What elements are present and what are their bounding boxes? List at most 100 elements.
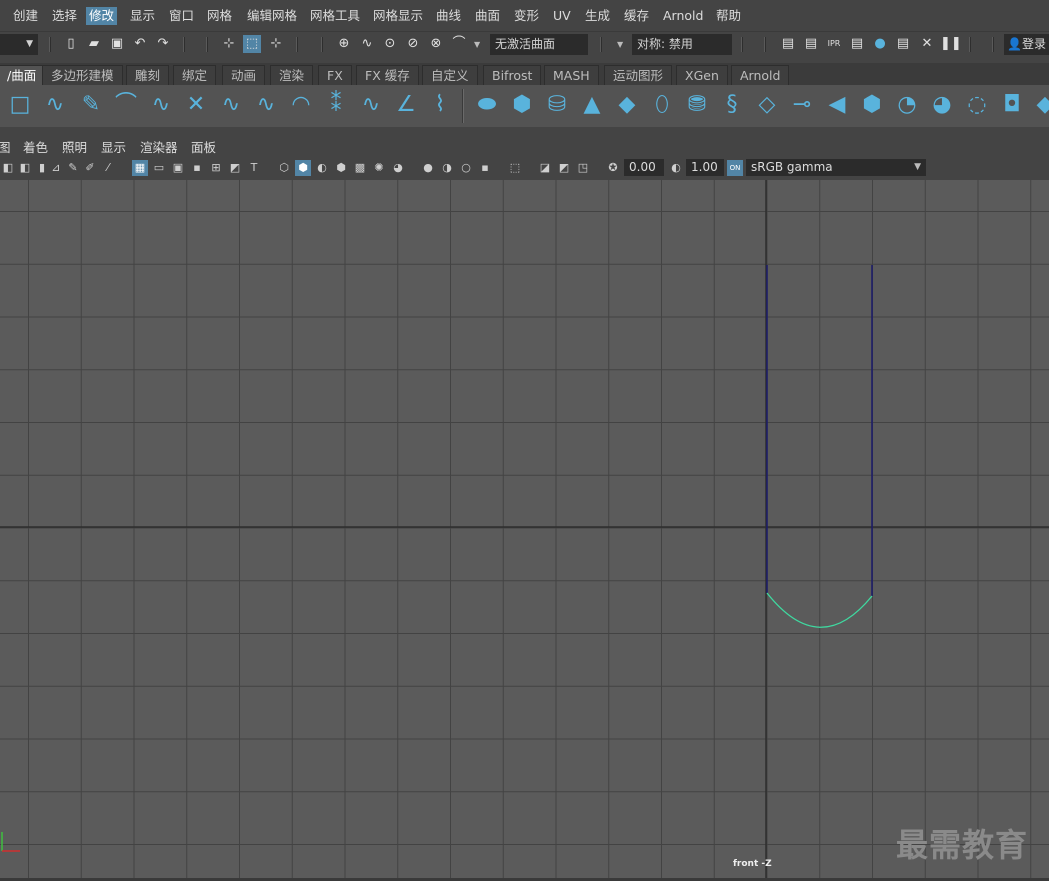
cv-curve-icon[interactable]: ∿ [40,90,70,120]
film-gate-icon[interactable]: ▭ [151,160,167,176]
panel-menu-view[interactable]: 图 [0,139,11,156]
menu-mesh-tools[interactable]: 网格工具 [307,7,363,25]
camera-attributes-icon[interactable]: ◧ [0,160,16,176]
exposure-icon[interactable]: ✪ [605,160,621,176]
wireframe-icon[interactable]: ⬡ [276,160,292,176]
project-curve-icon[interactable]: ◌ [962,90,992,120]
shelf-tab-animation[interactable]: 动画 [222,65,266,85]
color-management-icon[interactable]: ON [727,160,743,176]
bevel-icon[interactable]: ⬢ [857,90,887,120]
shelf-tab-curves-surfaces[interactable]: /曲面 [0,65,46,85]
render-current-icon[interactable]: ▤ [802,35,820,53]
menu-select[interactable]: 选择 [49,7,80,25]
pencil-curve-icon[interactable]: ✎ [76,90,106,120]
fillet-curve-icon[interactable]: ∠ [391,90,421,120]
shelf-tab-mash[interactable]: MASH [544,65,599,85]
arc-curve-icon[interactable]: ⌒ [111,90,141,120]
select-component-icon[interactable]: ⊹ [267,35,285,53]
shelf-tab-fx[interactable]: FX [318,65,352,85]
nurbs-cone-icon[interactable]: ▲ [577,90,607,120]
shelf-tab-xgen[interactable]: XGen [676,65,728,85]
menu-cache[interactable]: 缓存 [621,7,652,25]
grease-pencil-icon[interactable]: ✎ [65,160,81,176]
undo-icon[interactable]: ↶ [131,35,149,53]
motion-blur-icon[interactable]: ◑ [439,160,455,176]
revolve-icon[interactable]: ⛃ [682,90,712,120]
intersect-curve-icon[interactable]: ✕ [181,90,211,120]
snap-grid-icon[interactable]: ⊕ [335,35,353,53]
login-button[interactable]: 👤登录 [1004,34,1049,55]
nurbs-plane-icon[interactable]: ◆ [612,90,642,120]
hypershade-icon[interactable]: ● [871,35,889,53]
exposure-field[interactable]: 0.00 [624,159,664,176]
save-scene-icon[interactable]: ▣ [108,35,126,53]
isolate-select-icon[interactable]: ⬚ [507,160,523,176]
render-view-icon[interactable]: ▤ [779,35,797,53]
menu-create[interactable]: 创建 [10,7,41,25]
menu-modify[interactable]: 修改 [86,7,118,25]
shelf-tab-motion-graphics[interactable]: 运动图形 [604,65,673,85]
snap-curve-icon[interactable]: ∿ [358,35,376,53]
detach-curve-icon[interactable]: ∿ [356,90,386,120]
snap-point-icon[interactable]: ⊙ [381,35,399,53]
xray-components-icon[interactable]: ◳ [575,160,591,176]
ep-curve-icon[interactable]: ∿ [146,90,176,120]
safe-title-icon[interactable]: T [246,160,262,176]
shelf-tab-rigging[interactable]: 绑定 [173,65,217,85]
safe-action-icon[interactable]: ◩ [227,160,243,176]
menu-uv[interactable]: UV [550,7,574,25]
new-scene-icon[interactable]: ▯ [62,35,80,53]
light-editor-icon[interactable]: ✕ [918,35,936,53]
field-chart-icon[interactable]: ⊞ [208,160,224,176]
symmetry-field[interactable]: 对称: 禁用 [632,34,732,55]
shadows-icon[interactable]: ◕ [390,160,406,176]
menu-curves[interactable]: 曲线 [433,7,464,25]
render-setup-icon[interactable]: ▤ [894,35,912,53]
screen-space-ao-icon[interactable]: ● [420,160,436,176]
panel-menu-lighting[interactable]: 照明 [62,139,87,156]
shelf-tab-poly-modeling[interactable]: 多边形建模 [42,65,123,85]
menu-help[interactable]: 帮助 [713,7,744,25]
depth-of-field-icon[interactable]: ▪ [477,160,493,176]
cut-curve-icon[interactable]: ⌇ [425,90,455,120]
live-surface-field[interactable]: 无激活曲面 [490,34,588,55]
mode-dropdown[interactable]: ▼ [0,34,38,55]
shelf-tab-fx-caching[interactable]: FX 缓存 [356,65,419,85]
attach-curve-icon[interactable]: ⁑ [321,90,351,120]
square-curve-icon[interactable]: □ [5,90,35,120]
gate-mask-icon[interactable]: ▪ [189,160,205,176]
panel-menu-show[interactable]: 显示 [101,139,126,156]
nurbs-torus-icon[interactable]: ⬯ [647,90,677,120]
two-d-pan-icon[interactable]: ⊿ [48,160,64,176]
shelf-tab-bifrost[interactable]: Bifrost [483,65,542,85]
sculpt-geometry-icon[interactable]: ◆ [1030,90,1049,120]
menu-windows[interactable]: 窗口 [166,7,197,25]
grid-icon[interactable]: ▦ [132,160,148,176]
menu-surfaces[interactable]: 曲面 [472,7,503,25]
anti-aliasing-icon[interactable]: ○ [458,160,474,176]
trim-tool-icon[interactable]: ◘ [997,90,1027,120]
gamma-icon[interactable]: ◐ [668,160,684,176]
brush-icon[interactable]: ⁄ [100,160,116,176]
resolution-gate-icon[interactable]: ▣ [170,160,186,176]
shelf-tab-arnold[interactable]: Arnold [731,65,790,85]
default-material-icon[interactable]: ◐ [314,160,330,176]
shelf-tab-custom[interactable]: 自定义 [422,65,478,85]
curve-bottom-arc[interactable] [766,592,873,628]
square-surface-icon[interactable]: ◕ [927,90,957,120]
redo-icon[interactable]: ↷ [154,35,172,53]
wireframe-on-shaded-icon[interactable]: ⬢ [333,160,349,176]
xray-icon[interactable]: ◪ [537,160,553,176]
smooth-shade-icon[interactable]: ⬢ [295,160,311,176]
shelf-tab-rendering[interactable]: 渲染 [270,65,314,85]
render-settings-icon[interactable]: ▤ [848,35,866,53]
ipr-render-icon[interactable]: IPR [825,35,843,53]
offset-curve-icon[interactable]: ◠ [286,90,316,120]
nurbs-cube-icon[interactable]: ⬢ [507,90,537,120]
gamma-field[interactable]: 1.00 [686,159,724,176]
shelf-tab-sculpting[interactable]: 雕刻 [126,65,170,85]
boundary-icon[interactable]: ◔ [892,90,922,120]
color-space-select[interactable]: sRGB gamma ▼ [746,159,926,176]
nurbs-cylinder-icon[interactable]: ⛁ [542,90,572,120]
bookmark-icon[interactable]: ◧ [17,160,33,176]
